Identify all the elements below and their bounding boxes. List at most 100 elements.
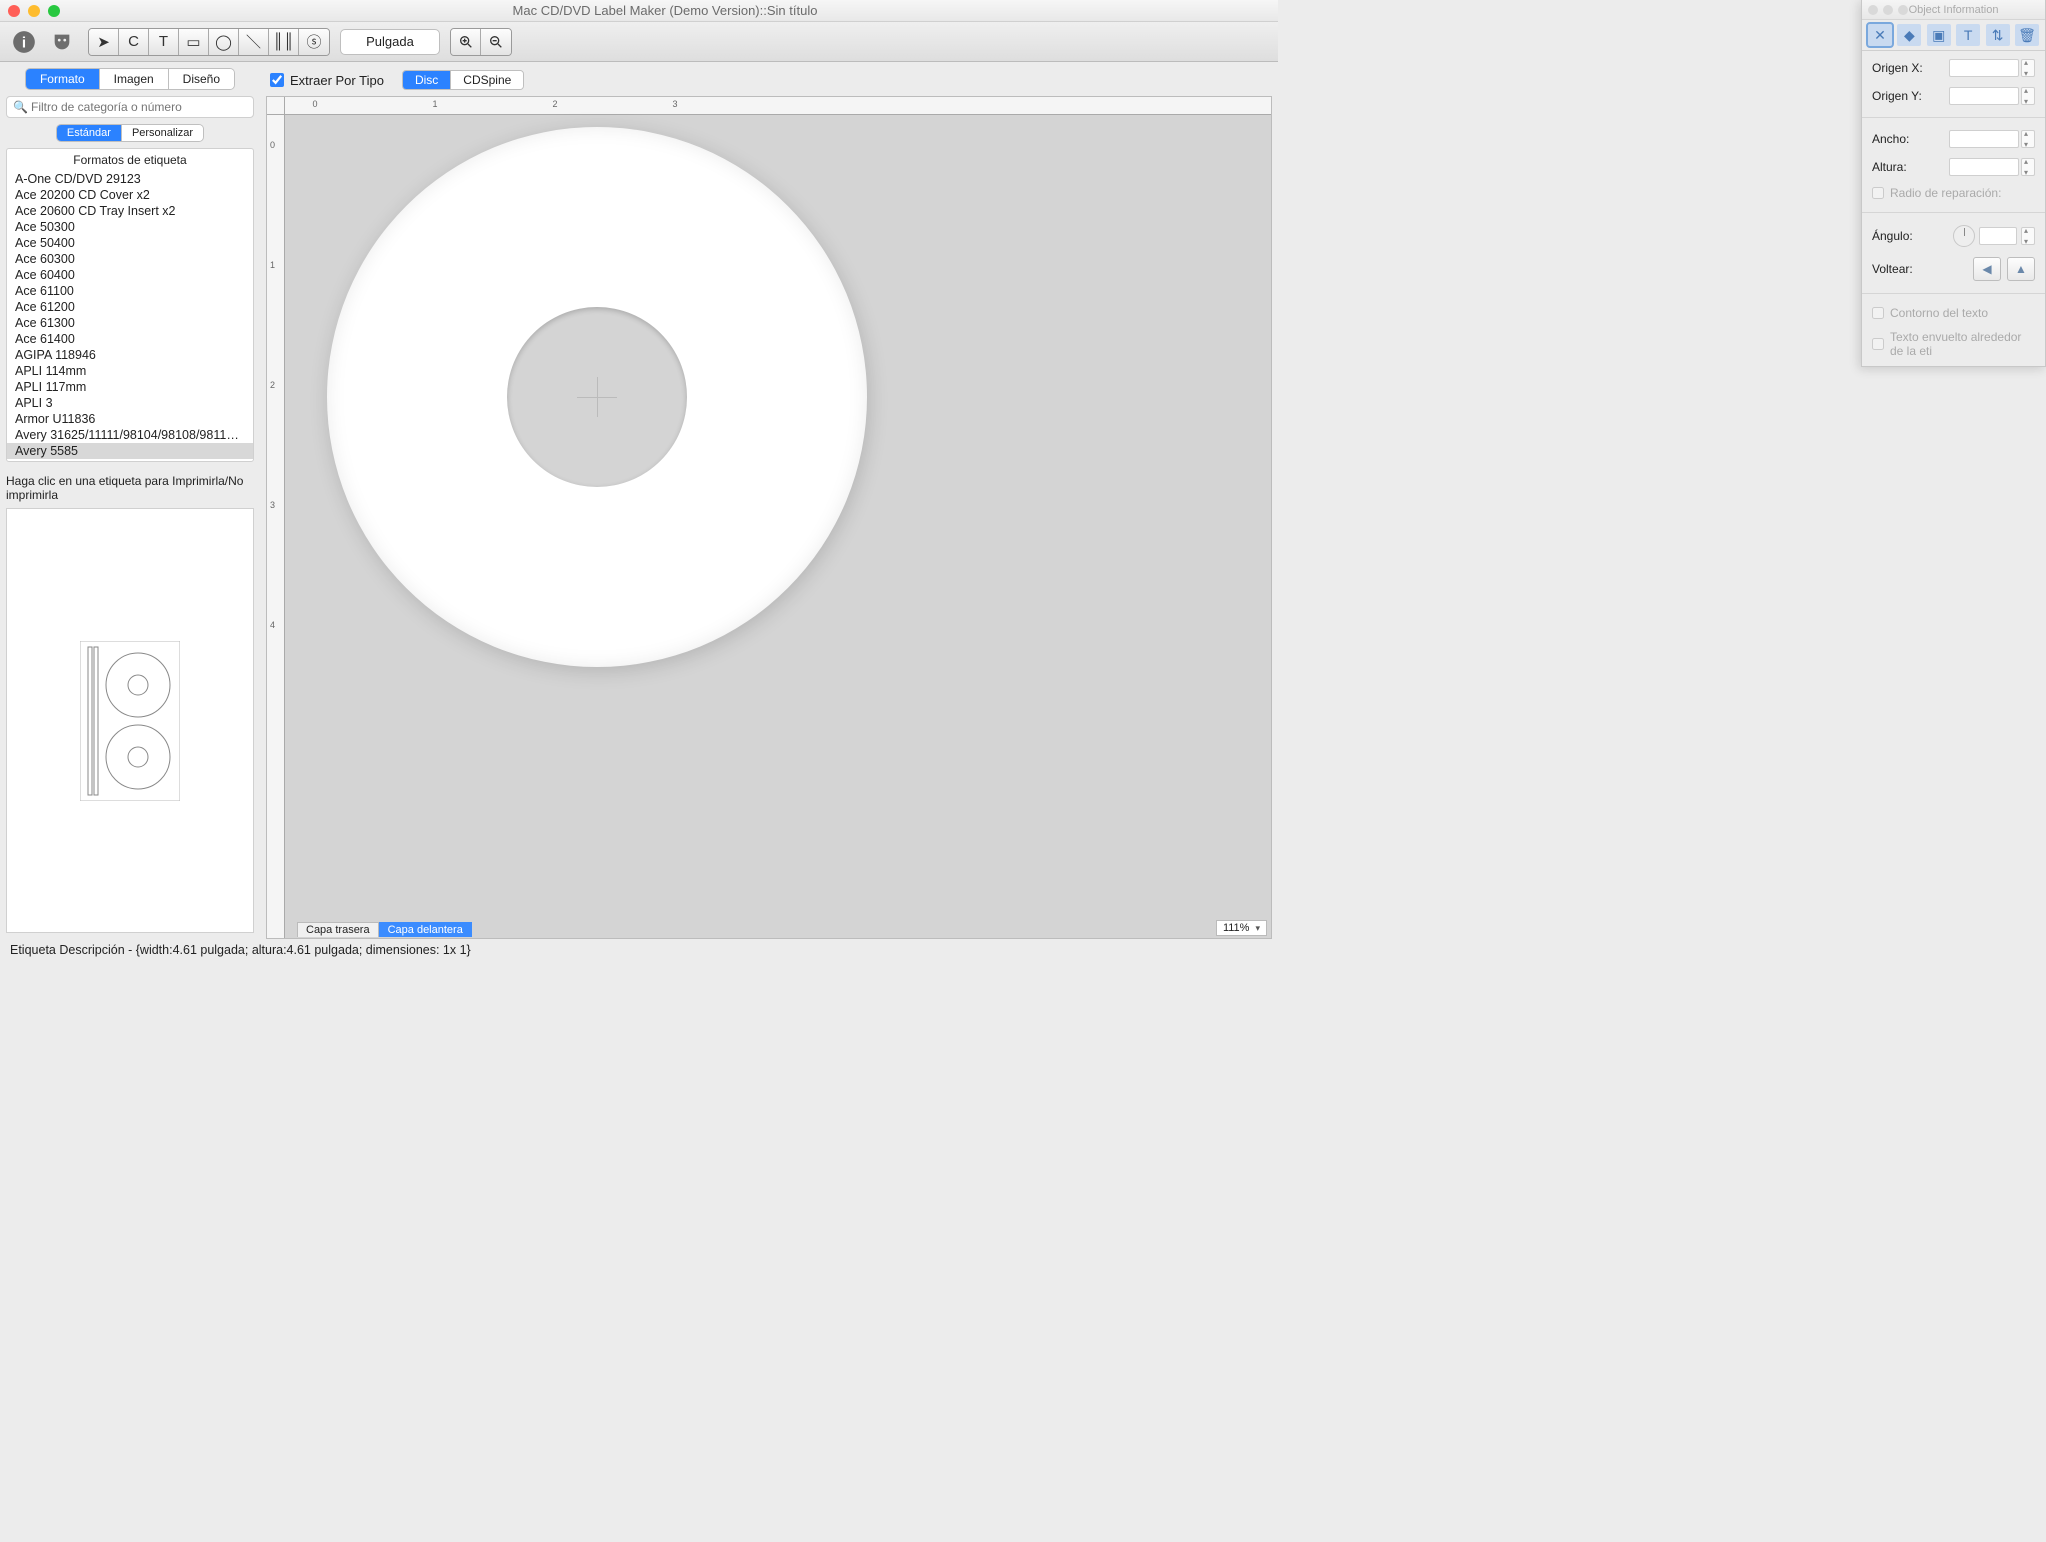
ellipse-tool[interactable]: ◯ xyxy=(209,29,239,55)
maximize-icon[interactable] xyxy=(48,5,60,17)
list-item[interactable]: Ace 60400 xyxy=(7,267,253,283)
canvas-area: Extraer Por Tipo Disc CDSpine 0123 01234… xyxy=(260,62,1278,939)
subtab-personalizar[interactable]: Personalizar xyxy=(122,125,203,141)
list-item[interactable]: Ace 61100 xyxy=(7,283,253,299)
flip-vertical-icon[interactable]: ▲ xyxy=(2007,257,2035,281)
info-icon[interactable]: i xyxy=(8,26,40,58)
unit-button[interactable]: Pulgada xyxy=(340,29,440,55)
inspector-tab-geometry-icon[interactable]: ✕ xyxy=(1868,24,1892,46)
list-item[interactable]: AGIPA 118946 xyxy=(7,347,253,363)
list-item[interactable]: Avery 5691L xyxy=(7,459,253,461)
search-input[interactable]: 🔍 xyxy=(6,96,254,118)
input-origin-x[interactable] xyxy=(1949,59,2019,77)
toolbar: i ➤ C T ▭ ◯ ＼ ║║ ⓢ Pulgada xyxy=(0,22,1278,62)
list-item[interactable]: Ace 50400 xyxy=(7,235,253,251)
zoom-value: 111% xyxy=(1223,922,1250,934)
stepper-height[interactable] xyxy=(2021,158,2035,176)
inspector-tab-trash-icon[interactable]: 🗑 xyxy=(2015,24,2039,46)
panel-dot[interactable] xyxy=(1868,5,1878,15)
list-item[interactable]: Ace 50300 xyxy=(7,219,253,235)
disc-shape[interactable] xyxy=(327,127,867,667)
list-item[interactable]: Ace 20600 CD Tray Insert x2 xyxy=(7,203,253,219)
list-item[interactable]: APLI 114mm xyxy=(7,363,253,379)
list-item[interactable]: Ace 61300 xyxy=(7,315,253,331)
barcode-tool[interactable]: ║║ xyxy=(269,29,299,55)
tab-cdspine[interactable]: CDSpine xyxy=(451,71,523,89)
extract-by-type-checkbox[interactable]: Extraer Por Tipo xyxy=(270,73,384,88)
canvas-frame[interactable]: 0123 01234 Capa trasera Capa delantera 1… xyxy=(266,96,1272,939)
angle-dial[interactable] xyxy=(1953,225,1975,247)
tab-imagen[interactable]: Imagen xyxy=(100,69,169,89)
rect-tool[interactable]: ▭ xyxy=(179,29,209,55)
list-item[interactable]: A-One CD/DVD 29123 xyxy=(7,171,253,187)
list-item[interactable]: Armor U11836 xyxy=(7,411,253,427)
list-item[interactable]: Ace 60300 xyxy=(7,251,253,267)
template-preview[interactable] xyxy=(6,508,254,933)
list-item[interactable]: Ace 61200 xyxy=(7,299,253,315)
list-item[interactable]: Ace 61400 xyxy=(7,331,253,347)
zoom-dropdown[interactable]: 111% xyxy=(1216,920,1267,936)
list-item[interactable]: APLI 117mm xyxy=(7,379,253,395)
sidebar-subtabs: Estándar Personalizar xyxy=(56,124,204,142)
subtab-estandar[interactable]: Estándar xyxy=(57,125,122,141)
pointer-tool[interactable]: ➤ xyxy=(89,29,119,55)
text-outline-checkbox[interactable]: Contorno del texto xyxy=(1872,306,2035,320)
search-field[interactable] xyxy=(7,97,253,117)
inspector-tab-fill-icon[interactable]: ◆ xyxy=(1897,24,1921,46)
inspector-tabs: ✕ ◆ ▣ T ⇅ 🗑 xyxy=(1862,20,2045,51)
stepper-width[interactable] xyxy=(2021,130,2035,148)
inspector-tab-image-icon[interactable]: ▣ xyxy=(1927,24,1951,46)
zoom-in-icon[interactable] xyxy=(451,29,481,55)
panel-dot[interactable] xyxy=(1898,5,1908,15)
canvas-top-bar: Extraer Por Tipo Disc CDSpine xyxy=(266,68,1272,96)
panel-dot[interactable] xyxy=(1883,5,1893,15)
input-angle[interactable] xyxy=(1979,227,2017,245)
tab-disc[interactable]: Disc xyxy=(403,71,451,89)
label-height: Altura: xyxy=(1872,160,1907,174)
stepper-angle[interactable] xyxy=(2021,227,2035,245)
text-wrap-label: Texto envuelto alrededor de la eti xyxy=(1890,330,2035,358)
zoom-out-icon[interactable] xyxy=(481,29,511,55)
minimize-icon[interactable] xyxy=(28,5,40,17)
inspector-tab-arrange-icon[interactable]: ⇅ xyxy=(1986,24,2010,46)
input-height[interactable] xyxy=(1949,158,2019,176)
line-tool[interactable]: ＼ xyxy=(239,29,269,55)
format-list[interactable]: A-One CD/DVD 29123Ace 20200 CD Cover x2A… xyxy=(7,171,253,461)
input-width[interactable] xyxy=(1949,130,2019,148)
label-width: Ancho: xyxy=(1872,132,1909,146)
arc-tool[interactable]: C xyxy=(119,29,149,55)
sidebar: Formato Imagen Diseño 🔍 Estándar Persona… xyxy=(0,62,260,939)
mask-icon[interactable] xyxy=(46,26,78,58)
stepper-origin-x[interactable] xyxy=(2021,59,2035,77)
stepper-origin-y[interactable] xyxy=(2021,87,2035,105)
repair-radius-label: Radio de reparación: xyxy=(1890,186,2001,200)
svg-text:i: i xyxy=(22,34,26,51)
flip-horizontal-icon[interactable]: ◀ xyxy=(1973,257,2001,281)
tab-formato[interactable]: Formato xyxy=(26,69,100,89)
window-controls xyxy=(8,5,60,17)
stamp-tool[interactable]: ⓢ xyxy=(299,29,329,55)
list-item[interactable]: Ace 20200 CD Cover x2 xyxy=(7,187,253,203)
label-origin-y: Origen Y: xyxy=(1872,89,1922,103)
repair-radius-input xyxy=(1872,187,1884,199)
text-wrap-checkbox[interactable]: Texto envuelto alrededor de la eti xyxy=(1872,330,2035,358)
list-item[interactable]: APLI 3 xyxy=(7,395,253,411)
tab-diseno[interactable]: Diseño xyxy=(169,69,234,89)
titlebar: Mac CD/DVD Label Maker (Demo Version)::S… xyxy=(0,0,1278,22)
close-icon[interactable] xyxy=(8,5,20,17)
list-item[interactable]: Avery 31625/11111/98104/98108/98110 STC xyxy=(7,427,253,443)
input-origin-y[interactable] xyxy=(1949,87,2019,105)
layer-back[interactable]: Capa trasera xyxy=(297,922,379,937)
ruler-tick: 0 xyxy=(312,99,317,109)
center-cross-icon xyxy=(577,377,617,417)
format-list-title: Formatos de etiqueta xyxy=(7,149,253,171)
text-tool[interactable]: T xyxy=(149,29,179,55)
disc-hole xyxy=(507,307,687,487)
extract-checkbox-input[interactable] xyxy=(270,73,284,87)
layer-front[interactable]: Capa delantera xyxy=(379,922,472,937)
ruler-tick: 0 xyxy=(270,140,275,150)
list-item[interactable]: Avery 5585 xyxy=(7,443,253,459)
repair-radius-checkbox[interactable]: Radio de reparación: xyxy=(1872,186,2035,200)
inspector-tab-text-icon[interactable]: T xyxy=(1956,24,1980,46)
ruler-tick: 4 xyxy=(270,620,275,630)
